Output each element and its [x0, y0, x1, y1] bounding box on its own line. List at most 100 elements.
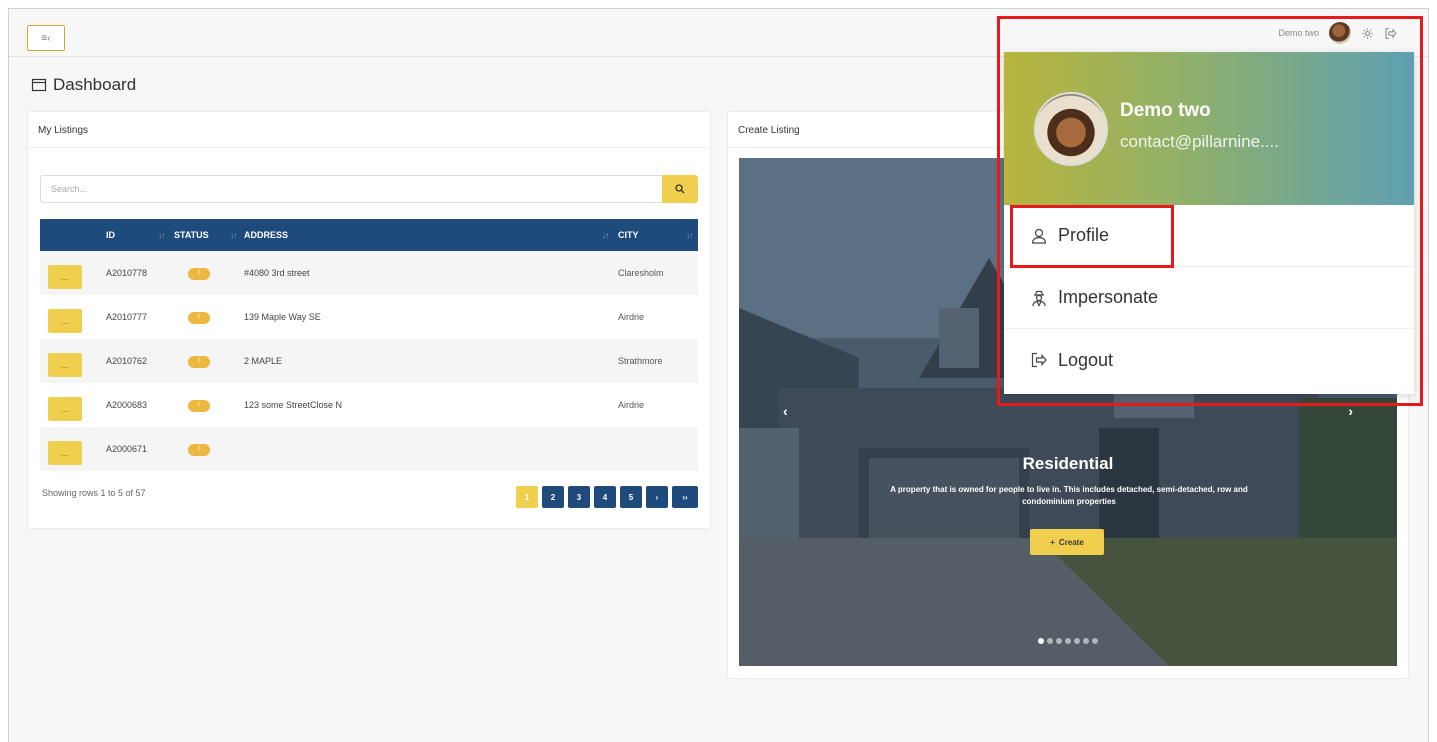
menu-item-label: Impersonate — [1058, 287, 1159, 307]
page-button-1[interactable]: 1 — [516, 486, 538, 508]
table-row: ... A2010778 ! #4080 3rd street Claresho… — [40, 251, 698, 295]
row-action-cell: ... — [40, 301, 100, 333]
table-row: ... A2000683 ! 123 some StreetClose N Ai… — [40, 383, 698, 427]
status-badge: ! — [188, 267, 210, 280]
carousel-dot[interactable] — [1038, 638, 1044, 644]
table-row: ... A2000671 ! — [40, 427, 698, 471]
search-input[interactable] — [40, 175, 662, 203]
row-address: 2 MAPLE — [244, 356, 283, 366]
row-status-cell: ! — [170, 311, 242, 324]
row-status-cell: ! — [170, 399, 242, 412]
header-address-label: ADDRESS — [244, 230, 289, 240]
dropdown-header: Demo two contact@pillarnine.... — [1004, 52, 1414, 205]
gear-icon[interactable] — [1361, 27, 1374, 40]
window-icon — [31, 78, 47, 92]
row-id: A2010777 — [106, 312, 148, 322]
avatar[interactable] — [1329, 22, 1351, 44]
header-city-label: CITY — [618, 230, 639, 240]
search-button[interactable] — [662, 175, 698, 203]
row-id: A2000683 — [106, 400, 148, 410]
row-action-cell: ... — [40, 389, 100, 421]
carousel-indicators — [739, 638, 1397, 644]
row-action-button[interactable]: ... — [48, 441, 82, 465]
header-status[interactable]: STATUS ↓↑ — [170, 230, 242, 240]
table-row: ... A2010762 ! 2 MAPLE Strathmore — [40, 339, 698, 383]
row-city: Strathmore — [618, 356, 663, 366]
menu-item-impersonate[interactable]: Impersonate — [1004, 267, 1414, 329]
page-button-2[interactable]: 2 — [542, 486, 564, 508]
plus-icon: + — [1050, 537, 1055, 547]
carousel-dot[interactable] — [1047, 638, 1053, 644]
slide-description: A property that is owned for people to l… — [890, 485, 1248, 506]
sort-icon: ↓↑ — [230, 230, 237, 240]
row-status-cell: ! — [170, 443, 242, 456]
page-button-5[interactable]: 5 — [620, 486, 642, 508]
page-title: Dashboard — [31, 75, 136, 95]
sort-icon: ↓↑ — [602, 230, 609, 240]
dropdown-user-name: Demo two — [1120, 100, 1211, 121]
table-row: ... A2010777 ! 139 Maple Way SE Airdrie — [40, 295, 698, 339]
menu-toggle-icon: ≡‹ — [41, 32, 51, 44]
menu-item-logout[interactable]: Logout — [1004, 329, 1414, 391]
row-status-cell: ! — [170, 267, 242, 280]
row-action-button[interactable]: ... — [48, 265, 82, 289]
carousel-dot[interactable] — [1092, 638, 1098, 644]
logout-icon — [1031, 352, 1047, 368]
row-id: A2000671 — [106, 444, 148, 454]
menu-item-label: Logout — [1058, 349, 1114, 370]
user-name-label[interactable]: Demo two — [1278, 28, 1319, 38]
header-id[interactable]: ID ↓↑ — [100, 230, 170, 240]
row-action-cell: ... — [40, 345, 100, 377]
slide-title: Residential — [1022, 454, 1114, 473]
row-action-button[interactable]: ... — [48, 309, 82, 333]
last-page-button[interactable]: ›› — [672, 486, 698, 508]
sort-icon: ↓↑ — [686, 230, 693, 240]
table-footer-text: Showing rows 1 to 5 of 57 — [42, 488, 146, 498]
menu-toggle-button[interactable]: ≡‹ — [27, 25, 65, 51]
row-action-cell: ... — [40, 433, 100, 465]
carousel-dot[interactable] — [1074, 638, 1080, 644]
header-city[interactable]: CITY ↓↑ — [614, 230, 698, 240]
table-body: ... A2010778 ! #4080 3rd street Claresho… — [40, 251, 698, 471]
menu-item-label: Profile — [1058, 225, 1110, 245]
my-listings-title: My Listings — [28, 112, 710, 148]
row-city: Airdrie — [618, 312, 645, 322]
avatar — [1034, 92, 1108, 166]
row-id: A2010778 — [106, 268, 148, 278]
logout-icon[interactable] — [1384, 27, 1397, 40]
person-icon — [1031, 228, 1047, 244]
row-action-button[interactable]: ... — [48, 353, 82, 377]
row-city: Airdrie — [618, 400, 645, 410]
user-bar: Demo two — [1278, 22, 1397, 44]
header-id-label: ID — [106, 230, 115, 240]
header-address[interactable]: ADDRESS ↓↑ — [242, 230, 614, 240]
incognito-icon — [1032, 290, 1046, 307]
status-badge: ! — [188, 311, 210, 324]
header-status-label: STATUS — [174, 230, 209, 240]
search-icon — [675, 184, 685, 194]
status-badge: ! — [188, 355, 210, 368]
create-button[interactable]: + Create — [1030, 529, 1104, 555]
search-row — [40, 175, 698, 203]
pagination: 1 2 3 4 5 › ›› — [516, 486, 698, 508]
carousel-dot[interactable] — [1083, 638, 1089, 644]
status-badge: ! — [188, 399, 210, 412]
page-button-3[interactable]: 3 — [568, 486, 590, 508]
carousel-next-button[interactable]: › — [1348, 403, 1353, 419]
table-header: ID ↓↑ STATUS ↓↑ ADDRESS ↓↑ CITY ↓↑ — [40, 219, 698, 251]
listings-table: ID ↓↑ STATUS ↓↑ ADDRESS ↓↑ CITY ↓↑ ... A2010… — [40, 219, 698, 471]
page-button-4[interactable]: 4 — [594, 486, 616, 508]
carousel-prev-button[interactable]: ‹ — [783, 403, 788, 419]
sort-icon: ↓↑ — [158, 230, 165, 240]
carousel-dot[interactable] — [1065, 638, 1071, 644]
create-button-label: Create — [1058, 537, 1084, 547]
status-badge: ! — [188, 443, 210, 456]
menu-item-profile[interactable]: Profile — [1004, 205, 1414, 267]
row-action-button[interactable]: ... — [48, 397, 82, 421]
row-address: 139 Maple Way SE — [244, 312, 321, 322]
row-id: A2010762 — [106, 356, 148, 366]
row-address: 123 some StreetClose N — [244, 400, 343, 410]
row-action-cell: ... — [40, 257, 100, 289]
carousel-dot[interactable] — [1056, 638, 1062, 644]
next-page-button[interactable]: › — [646, 486, 668, 508]
